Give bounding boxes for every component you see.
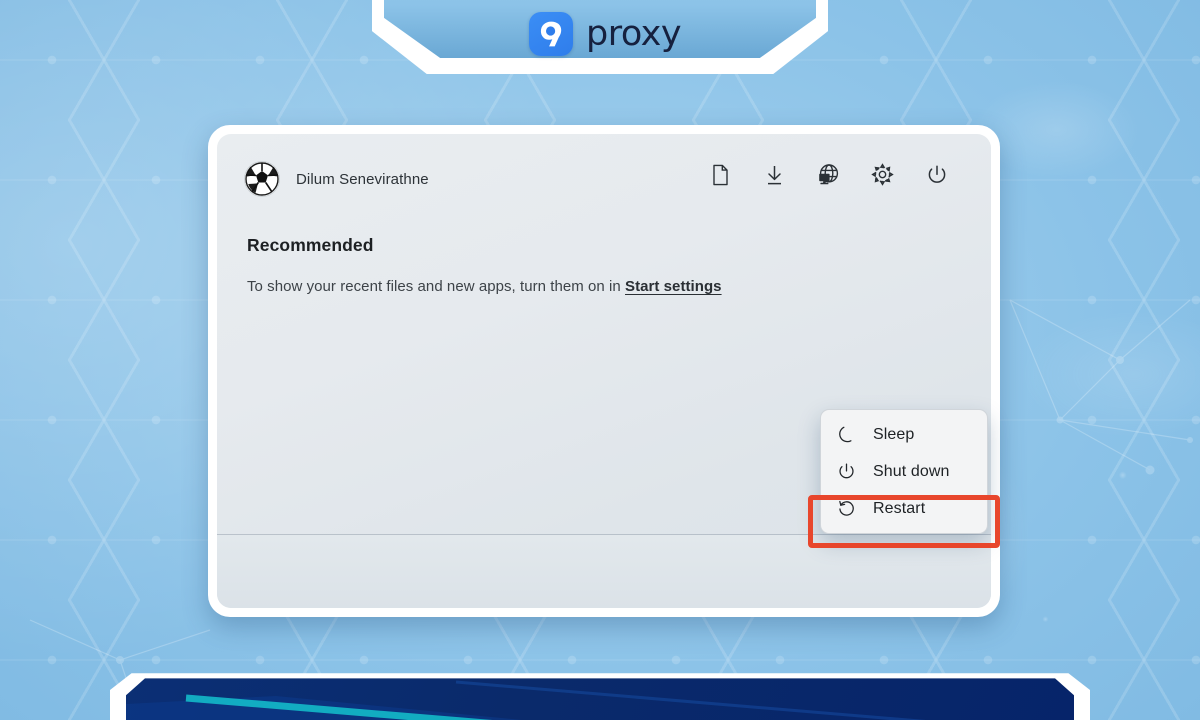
start-menu-footer (217, 535, 991, 608)
recommended-heading: Recommended (247, 235, 374, 255)
documents-icon[interactable] (706, 160, 735, 189)
footer-divider (217, 534, 991, 535)
recommended-empty-text: To show your recent files and new apps, … (247, 278, 626, 295)
recommended-empty-message: To show your recent files and new apps, … (247, 278, 722, 295)
logo-glyph (540, 21, 562, 47)
power-context-menu: Sleep Shut down Restart (820, 409, 988, 534)
settings-gear-icon[interactable] (868, 160, 897, 189)
nine-circle-logo-icon (529, 12, 573, 56)
brand-name: proxy (586, 14, 682, 54)
power-icon (836, 461, 857, 482)
restart-circular-arrow-icon (836, 498, 857, 519)
power-menu-item-shutdown[interactable]: Shut down (826, 453, 982, 490)
avatar-glyph (245, 162, 279, 196)
footer-icon-bar (706, 160, 951, 189)
power-menu-label-restart: Restart (873, 499, 926, 517)
power-menu-item-sleep[interactable]: Sleep (826, 416, 982, 453)
power-menu-label-sleep: Sleep (873, 425, 915, 443)
start-settings-link[interactable]: Start settings (625, 278, 722, 295)
brand-logo: proxy (529, 12, 682, 56)
user-name-label: Dilum Senevirathne (296, 170, 429, 188)
power-menu-item-restart[interactable]: Restart (826, 490, 982, 527)
power-menu-label-shutdown: Shut down (873, 462, 950, 480)
user-account-button[interactable]: Dilum Senevirathne (240, 157, 439, 201)
downloads-icon[interactable] (760, 160, 789, 189)
network-icon[interactable] (814, 160, 843, 189)
power-icon[interactable] (922, 160, 951, 189)
crescent-moon-icon (836, 424, 857, 445)
soccer-ball-avatar-icon (245, 162, 279, 196)
start-menu-window: Recommended To show your recent files an… (208, 125, 1000, 617)
start-menu-surface: Recommended To show your recent files an… (217, 134, 991, 608)
